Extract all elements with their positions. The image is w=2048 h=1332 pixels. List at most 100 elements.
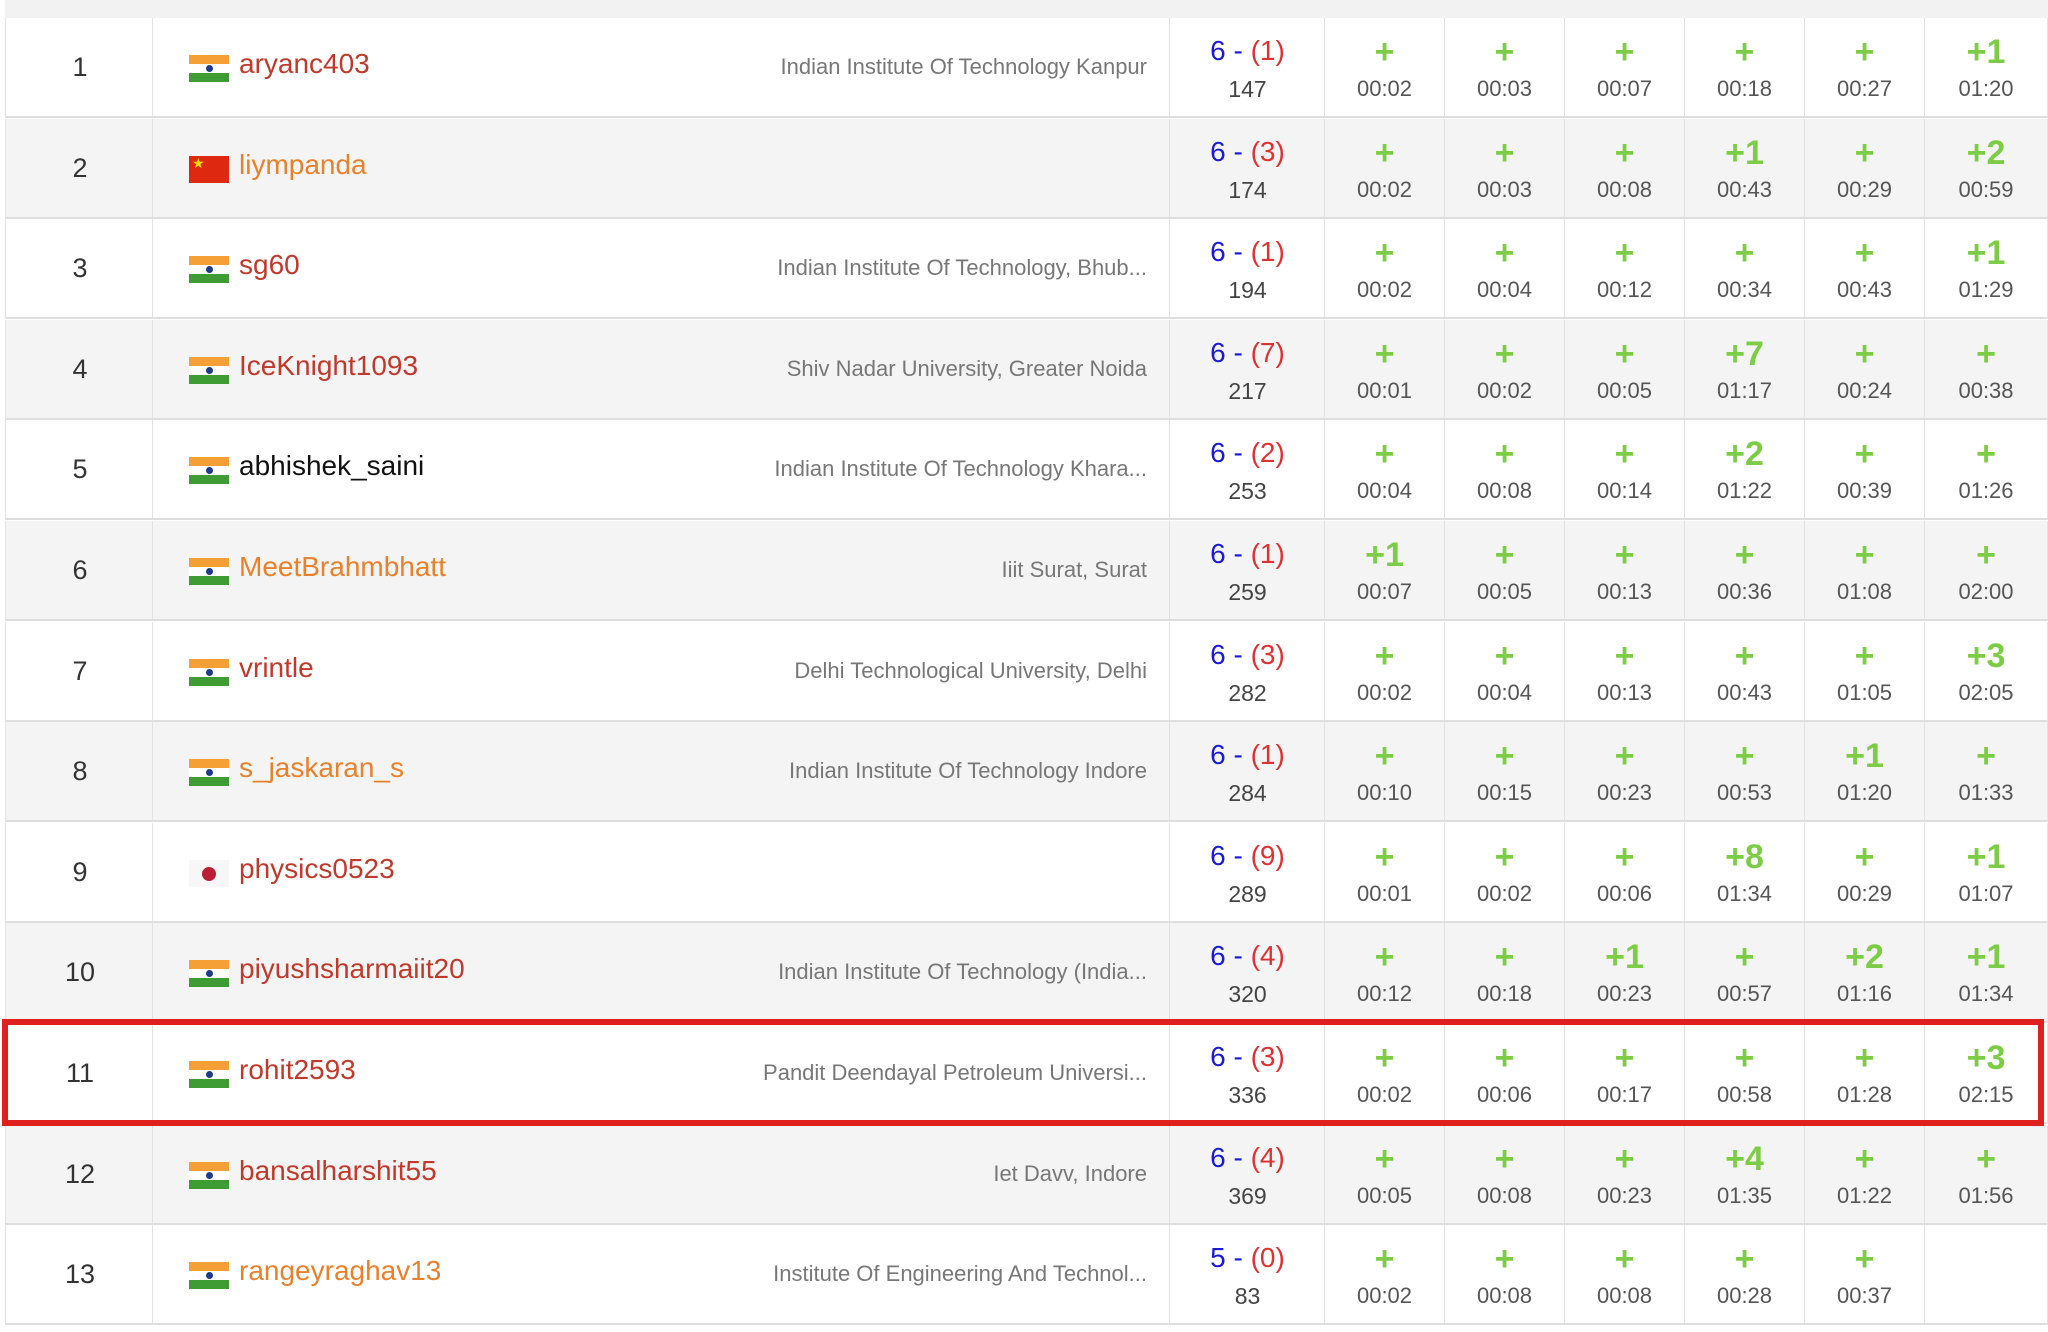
problem-cell[interactable]: +01:05	[1805, 621, 1925, 720]
username-link[interactable]: piyushsharmaiit20	[239, 953, 465, 985]
problem-cell[interactable]: +00:06	[1445, 1024, 1565, 1122]
problem-cell[interactable]: +00:14	[1565, 420, 1685, 519]
username-link[interactable]: rangeyraghav13	[239, 1255, 441, 1287]
username-link[interactable]: rohit2593	[239, 1054, 356, 1086]
problem-cell[interactable]: +00:29	[1805, 118, 1925, 217]
problem-cell[interactable]: +3 02:05	[1925, 621, 2048, 720]
problem-cell[interactable]: +2 00:59	[1925, 118, 2048, 217]
problem-cell[interactable]: +00:37	[1805, 1225, 1925, 1324]
problem-cell[interactable]: +1 00:43	[1685, 118, 1805, 217]
problem-cell[interactable]: +00:08	[1565, 1225, 1685, 1324]
problem-cell[interactable]: +00:18	[1445, 923, 1565, 1022]
problem-cell[interactable]: +00:03	[1445, 18, 1565, 116]
participant-cell: aryanc403 Indian Institute Of Technology …	[153, 18, 1170, 116]
problem-cell[interactable]: +00:08	[1445, 1124, 1565, 1223]
problem-cell[interactable]: +00:04	[1445, 219, 1565, 318]
problem-cell[interactable]: +00:18	[1685, 18, 1805, 116]
username-link[interactable]: s_jaskaran_s	[239, 752, 404, 784]
problem-cell[interactable]: +01:56	[1925, 1124, 2048, 1223]
problem-cell[interactable]: +01:26	[1925, 420, 2048, 519]
problem-cell[interactable]: +00:02	[1445, 822, 1565, 921]
problem-cell[interactable]: +00:43	[1805, 219, 1925, 318]
problem-cell[interactable]: +1 00:23	[1565, 923, 1685, 1022]
problem-cell[interactable]: +00:05	[1565, 319, 1685, 418]
username-link[interactable]: aryanc403	[239, 48, 370, 80]
accepted-mark: +	[1614, 435, 1635, 474]
problem-cell[interactable]: +00:08	[1445, 420, 1565, 519]
problem-cell[interactable]: +00:13	[1565, 621, 1685, 720]
problem-cell[interactable]: +02:00	[1925, 521, 2048, 619]
problem-cell[interactable]: +1 00:07	[1325, 521, 1445, 619]
problem-cell[interactable]: +00:02	[1325, 1225, 1445, 1324]
problem-cell[interactable]: +2 01:22	[1685, 420, 1805, 519]
problem-cell[interactable]: +01:08	[1805, 521, 1925, 619]
problem-cell[interactable]: +00:02	[1325, 1024, 1445, 1122]
username-link[interactable]: MeetBrahmbhatt	[239, 551, 446, 583]
problem-cell[interactable]: +00:02	[1325, 219, 1445, 318]
problem-cell[interactable]: +01:28	[1805, 1024, 1925, 1122]
username-link[interactable]: vrintle	[239, 652, 314, 684]
problem-cell[interactable]: +00:15	[1445, 722, 1565, 821]
problem-cell[interactable]: +00:12	[1565, 219, 1685, 318]
problem-cell[interactable]: +8 01:34	[1685, 822, 1805, 921]
problem-cell[interactable]: +00:53	[1685, 722, 1805, 821]
problem-cell[interactable]: +00:13	[1565, 521, 1685, 619]
problem-cell[interactable]	[1925, 1225, 2048, 1324]
username-link[interactable]: abhishek_saini	[239, 450, 424, 482]
problem-cell[interactable]: +00:23	[1565, 722, 1685, 821]
problem-cell[interactable]: +00:01	[1325, 822, 1445, 921]
problem-cell[interactable]: +00:08	[1445, 1225, 1565, 1324]
problem-cell[interactable]: +00:04	[1445, 621, 1565, 720]
problem-cell[interactable]: +00:05	[1445, 521, 1565, 619]
problem-cell[interactable]: +7 01:17	[1685, 319, 1805, 418]
problem-cell[interactable]: +00:02	[1325, 621, 1445, 720]
problem-cell[interactable]: +00:02	[1325, 18, 1445, 116]
submission-time: 02:05	[1958, 679, 2014, 705]
problem-cell[interactable]: +01:33	[1925, 722, 2048, 821]
problem-cell[interactable]: +3 02:15	[1925, 1024, 2048, 1122]
problem-cell[interactable]: +00:12	[1325, 923, 1445, 1022]
india-flag-icon	[189, 960, 229, 988]
problem-cell[interactable]: +01:22	[1805, 1124, 1925, 1223]
problem-cell[interactable]: +00:39	[1805, 420, 1925, 519]
problem-cell[interactable]: +00:58	[1685, 1024, 1805, 1122]
problem-cell[interactable]: +1 01:34	[1925, 923, 2048, 1022]
problem-cell[interactable]: +2 01:16	[1805, 923, 1925, 1022]
problem-cell[interactable]: +00:02	[1445, 319, 1565, 418]
username-link[interactable]: sg60	[239, 249, 300, 281]
problem-cell[interactable]: +1 01:07	[1925, 822, 2048, 921]
username-link[interactable]: physics0523	[239, 853, 395, 885]
institution-label: Shiv Nadar University, Greater Noida	[786, 355, 1147, 381]
problem-cell[interactable]: +4 01:35	[1685, 1124, 1805, 1223]
problem-cell[interactable]: +00:43	[1685, 621, 1805, 720]
score-summary: 6 - (1)	[1170, 538, 1325, 570]
problem-cell[interactable]: +00:29	[1805, 822, 1925, 921]
problem-cell[interactable]: +00:02	[1325, 118, 1445, 217]
problem-cell[interactable]: +00:17	[1565, 1024, 1685, 1122]
problem-cell[interactable]: +00:23	[1565, 1124, 1685, 1223]
username-link[interactable]: IceKnight1093	[239, 350, 418, 382]
problem-cell[interactable]: +00:07	[1565, 18, 1685, 116]
problem-cell[interactable]: +00:57	[1685, 923, 1805, 1022]
institution-label: Indian Institute Of Technology Kanpur	[780, 54, 1147, 79]
problem-cell[interactable]: +00:03	[1445, 118, 1565, 217]
china-flag-icon: ★	[189, 155, 229, 183]
problem-cell[interactable]: +00:10	[1325, 722, 1445, 821]
problem-cell[interactable]: +00:36	[1685, 521, 1805, 619]
problem-cell[interactable]: +00:27	[1805, 18, 1925, 116]
problem-cell[interactable]: +00:28	[1685, 1225, 1805, 1324]
username-link[interactable]: bansalharshit55	[239, 1155, 437, 1187]
problem-cell[interactable]: +00:06	[1565, 822, 1685, 921]
problem-cell[interactable]: +00:04	[1325, 420, 1445, 519]
problem-cell[interactable]: +00:38	[1925, 319, 2048, 418]
problem-cell[interactable]: +1 01:20	[1925, 18, 2048, 116]
problem-cell[interactable]: +00:08	[1565, 118, 1685, 217]
problem-cell[interactable]: +00:01	[1325, 319, 1445, 418]
problem-cell[interactable]: +1 01:20	[1805, 722, 1925, 821]
problem-cell[interactable]: +1 01:29	[1925, 219, 2048, 318]
problem-cell[interactable]: +00:34	[1685, 219, 1805, 318]
problem-cell[interactable]: +00:05	[1325, 1124, 1445, 1223]
username-link[interactable]: liympanda	[239, 149, 367, 181]
submission-time: 00:58	[1716, 1082, 1773, 1107]
problem-cell[interactable]: +00:24	[1805, 319, 1925, 418]
